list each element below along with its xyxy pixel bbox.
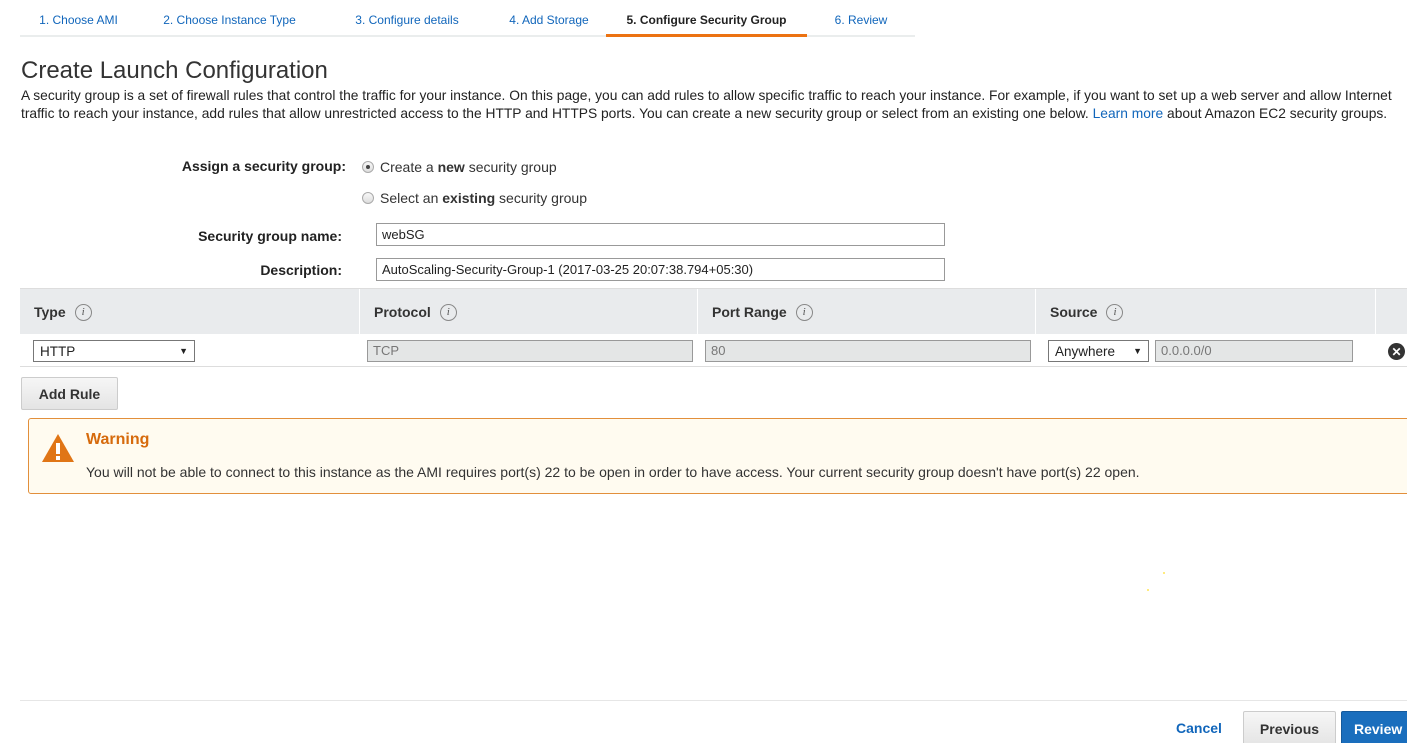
warning-box: Warning You will not be able to connect … xyxy=(28,418,1407,494)
step-configure-security-group[interactable]: 5. Configure Security Group xyxy=(606,0,807,37)
table-row: HTTP ▼ TCP 80 Anywhere ▼ 0.0.0.0/0 ✕ xyxy=(20,334,1407,367)
column-port-range: Port Range i xyxy=(698,289,1036,335)
remove-rule-icon[interactable]: ✕ xyxy=(1388,343,1405,360)
description-label: Description: xyxy=(260,262,342,278)
option-existing-label: Select an existing security group xyxy=(380,190,587,206)
protocol-field: TCP xyxy=(367,340,693,362)
footer-divider xyxy=(20,700,1407,701)
radio-create-new[interactable]: Create a new security group xyxy=(362,159,557,175)
learn-more-link[interactable]: Learn more xyxy=(1093,106,1164,121)
info-icon[interactable]: i xyxy=(1106,303,1124,321)
description-input[interactable] xyxy=(376,258,945,281)
warning-title: Warning xyxy=(86,431,150,448)
review-button[interactable]: Review xyxy=(1341,711,1407,743)
type-select-value: HTTP xyxy=(40,343,76,359)
info-icon[interactable]: i xyxy=(439,303,457,321)
add-rule-button[interactable]: Add Rule xyxy=(21,377,118,410)
step-review[interactable]: 6. Review xyxy=(807,0,915,37)
decorative-speck xyxy=(1163,572,1165,574)
dropdown-arrow-icon: ▼ xyxy=(1133,346,1142,356)
radio-select-existing[interactable]: Select an existing security group xyxy=(362,190,587,206)
previous-button[interactable]: Previous xyxy=(1243,711,1336,743)
info-icon[interactable]: i xyxy=(795,303,813,321)
step-choose-ami[interactable]: 1. Choose AMI xyxy=(20,0,137,37)
info-icon[interactable]: i xyxy=(74,303,92,321)
option-new-label: Create a new security group xyxy=(380,159,557,175)
radio-button-checked[interactable] xyxy=(362,161,374,173)
warning-icon xyxy=(42,434,74,462)
cancel-button[interactable]: Cancel xyxy=(1176,720,1222,736)
source-select-value: Anywhere xyxy=(1055,343,1116,359)
rules-table-header: Type i Protocol i Port Range i Source i xyxy=(20,288,1407,335)
warning-message: You will not be able to connect to this … xyxy=(86,464,1140,480)
intro-text-end: about Amazon EC2 security groups. xyxy=(1167,106,1388,121)
radio-button[interactable] xyxy=(362,192,374,204)
page-title: Create Launch Configuration xyxy=(21,57,328,84)
port-range-field: 80 xyxy=(705,340,1031,362)
step-configure-details[interactable]: 3. Configure details xyxy=(322,0,492,37)
step-add-storage[interactable]: 4. Add Storage xyxy=(492,0,606,37)
security-group-name-input[interactable] xyxy=(376,223,945,246)
column-protocol: Protocol i xyxy=(360,289,698,335)
page-intro: A security group is a set of firewall ru… xyxy=(21,87,1403,123)
source-select[interactable]: Anywhere ▼ xyxy=(1048,340,1149,362)
column-source: Source i xyxy=(1036,289,1376,335)
decorative-speck xyxy=(1147,589,1149,591)
dropdown-arrow-icon: ▼ xyxy=(179,346,188,356)
assign-security-group-label: Assign a security group: xyxy=(181,158,346,174)
step-choose-instance-type[interactable]: 2. Choose Instance Type xyxy=(137,0,322,37)
source-cidr-field: 0.0.0.0/0 xyxy=(1155,340,1353,362)
wizard-steps: 1. Choose AMI 2. Choose Instance Type 3.… xyxy=(20,0,915,37)
column-type: Type i xyxy=(20,289,360,335)
security-group-name-label: Security group name: xyxy=(198,228,342,244)
type-select[interactable]: HTTP ▼ xyxy=(33,340,195,362)
